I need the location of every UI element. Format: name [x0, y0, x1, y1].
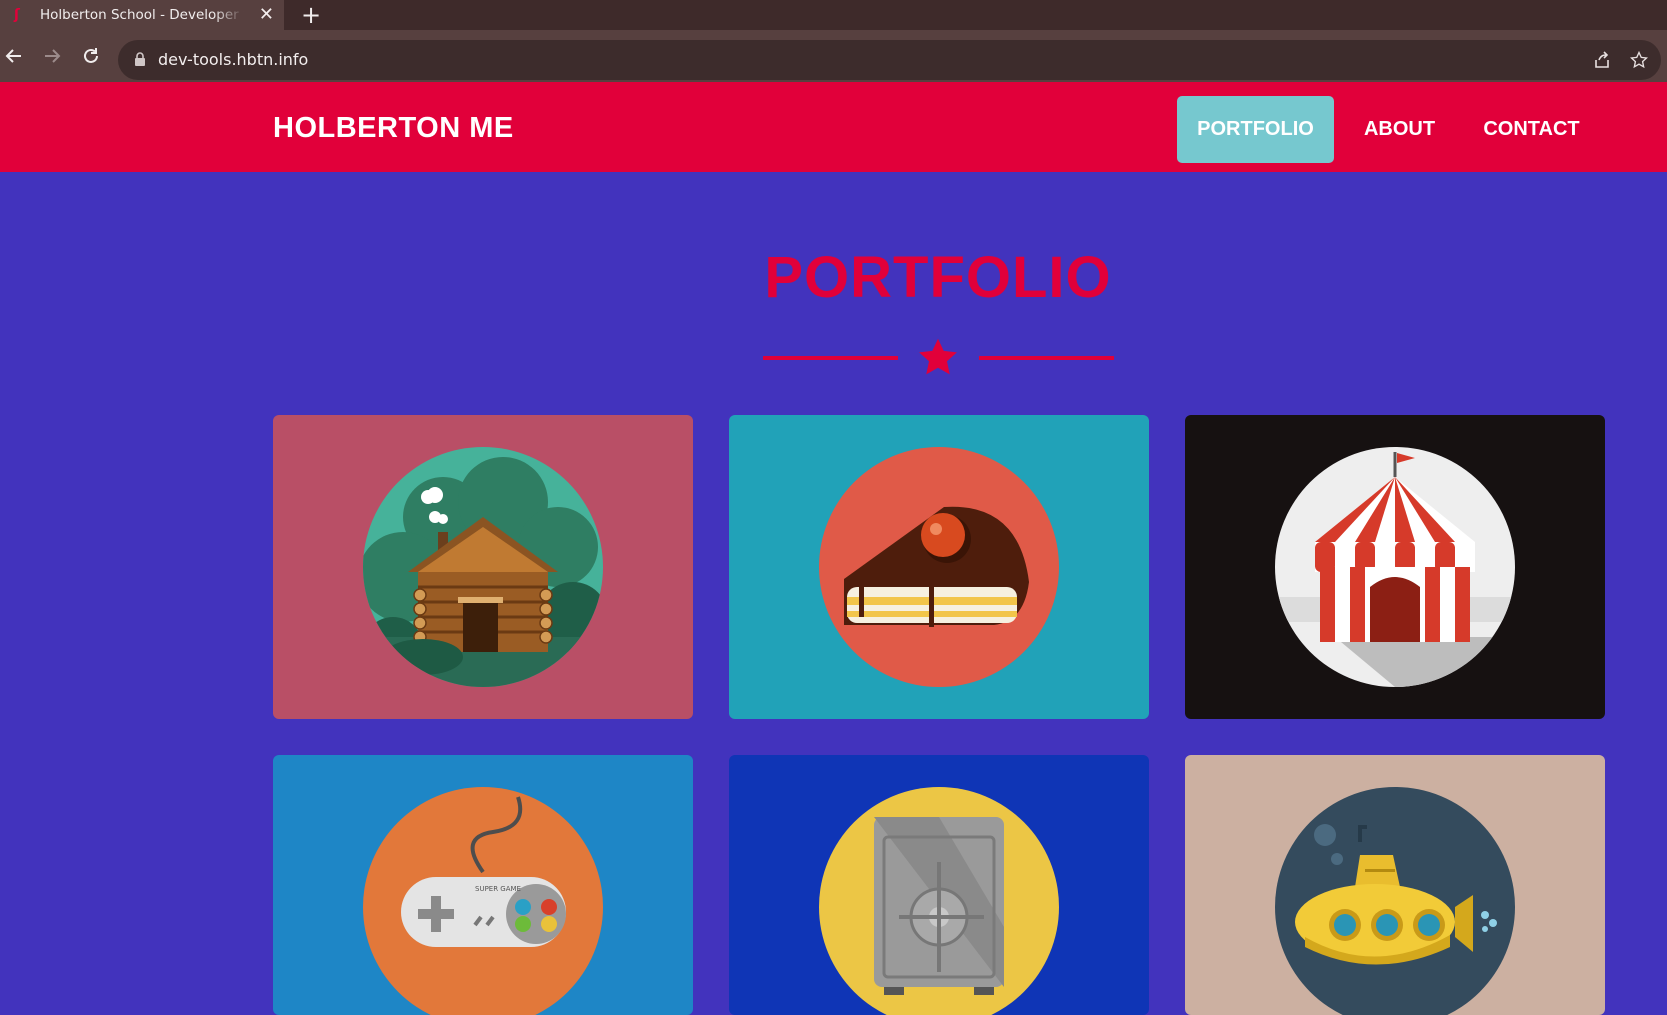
cabin-icon [363, 447, 603, 687]
url-text: dev-tools.hbtn.info [158, 50, 309, 69]
circus-tent-icon [1275, 447, 1515, 687]
section-title: PORTFOLIO [764, 245, 1112, 310]
game-controller-icon: SUPER GAME [363, 787, 603, 1015]
divider-line-left [763, 356, 898, 360]
portfolio-card-cabin[interactable] [273, 415, 693, 719]
nav-portfolio[interactable]: PORTFOLIO [1177, 96, 1334, 163]
back-icon[interactable] [2, 44, 26, 68]
controller-label: SUPER GAME [475, 885, 521, 893]
reload-icon[interactable] [79, 44, 103, 68]
close-tab-icon[interactable]: ✕ [259, 6, 274, 24]
site-brand[interactable]: HOLBERTON ME [273, 112, 514, 145]
divider-star-icon [916, 336, 960, 384]
portfolio-card-submarine[interactable] [1185, 755, 1605, 1015]
site-header: HOLBERTON ME PORTFOLIO ABOUT CONTACT [0, 82, 1667, 172]
address-bar[interactable]: dev-tools.hbtn.info [118, 40, 1661, 80]
nav-contact[interactable]: CONTACT [1474, 96, 1589, 163]
submarine-icon [1275, 787, 1515, 1015]
cake-icon [819, 447, 1059, 687]
divider-line-right [979, 356, 1114, 360]
portfolio-card-circus[interactable] [1185, 415, 1605, 719]
browser-tab-strip: ʃ Holberton School - Developer tools ✕ + [0, 0, 1667, 30]
portfolio-card-controller[interactable]: SUPER GAME [273, 755, 693, 1015]
portfolio-card-cake[interactable] [729, 415, 1149, 719]
bookmark-star-icon[interactable] [1628, 49, 1650, 71]
new-tab-icon[interactable]: + [301, 3, 321, 27]
tab-title: Holberton School - Developer tools [40, 7, 244, 23]
nav-about[interactable]: ABOUT [1352, 96, 1447, 163]
holberton-favicon-icon: ʃ [14, 7, 20, 23]
portfolio-card-safe[interactable] [729, 755, 1149, 1015]
share-icon[interactable] [1591, 49, 1613, 71]
browser-tab[interactable]: ʃ Holberton School - Developer tools ✕ [0, 0, 284, 30]
safe-icon [819, 787, 1059, 1015]
forward-icon[interactable] [40, 44, 64, 68]
lock-icon[interactable] [134, 52, 146, 71]
